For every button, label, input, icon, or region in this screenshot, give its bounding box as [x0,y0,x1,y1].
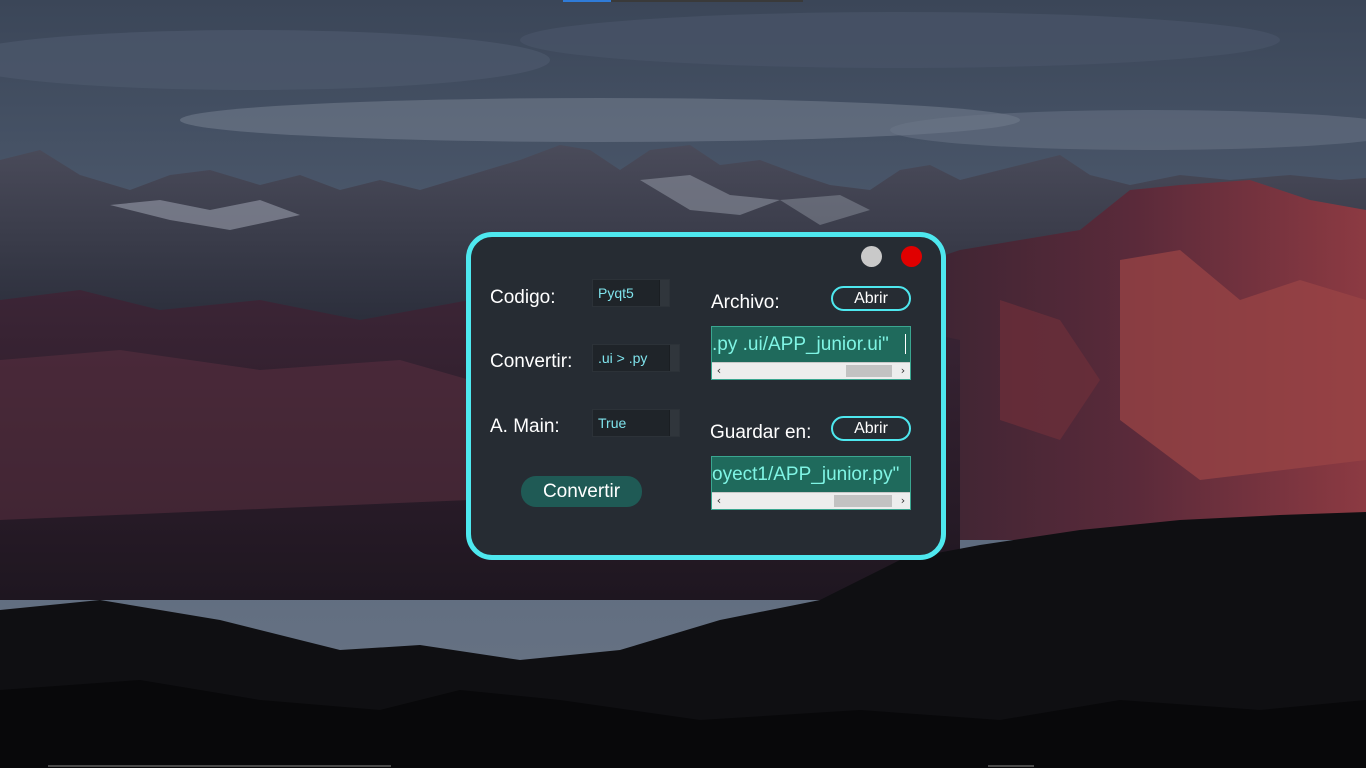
guardar-hscrollbar[interactable]: ‹ › [712,492,910,509]
archivo-path-text: .py .ui/APP_junior.ui" [712,334,889,355]
amain-label: A. Main: [490,416,560,437]
amain-combo-value: True [598,415,627,431]
taskbar-accent [563,0,611,2]
bottom-edge-2 [988,765,1034,767]
archivo-label: Archivo: [711,292,780,313]
guardar-abrir-button[interactable]: Abrir [831,416,911,441]
guardar-label: Guardar en: [710,422,812,443]
scroll-left-icon[interactable]: ‹ [712,493,726,509]
text-caret [905,334,906,354]
guardar-path-field[interactable]: oyect1/APP_junior.py" ‹ › [711,456,911,510]
codigo-combo[interactable]: Pyqt5 [592,279,670,307]
scroll-right-icon[interactable]: › [896,493,910,509]
convertir-combo-value: .ui > .py [598,350,648,366]
minimize-button[interactable] [861,246,882,267]
convertir-label: Convertir: [490,351,573,372]
amain-combo[interactable]: True [592,409,680,437]
scroll-thumb[interactable] [846,365,892,377]
taskbar-edge [563,0,803,2]
archivo-path-field[interactable]: .py .ui/APP_junior.ui" ‹ › [711,326,911,380]
scroll-right-icon[interactable]: › [896,363,910,379]
convertir-combo-dropdown[interactable] [669,345,679,371]
guardar-path-text: oyect1/APP_junior.py" [712,464,900,485]
converter-dialog: Codigo: Pyqt5 Convertir: .ui > .py A. Ma… [466,232,946,560]
archivo-abrir-button[interactable]: Abrir [831,286,911,311]
codigo-label: Codigo: [490,287,556,308]
amain-combo-dropdown[interactable] [669,410,679,436]
convertir-combo[interactable]: .ui > .py [592,344,680,372]
close-button[interactable] [901,246,922,267]
codigo-combo-dropdown[interactable] [659,280,669,306]
archivo-hscrollbar[interactable]: ‹ › [712,362,910,379]
codigo-combo-value: Pyqt5 [598,285,634,301]
scroll-thumb[interactable] [834,495,892,507]
scroll-left-icon[interactable]: ‹ [712,363,726,379]
bottom-edge [48,765,391,767]
convertir-button[interactable]: Convertir [521,476,642,507]
